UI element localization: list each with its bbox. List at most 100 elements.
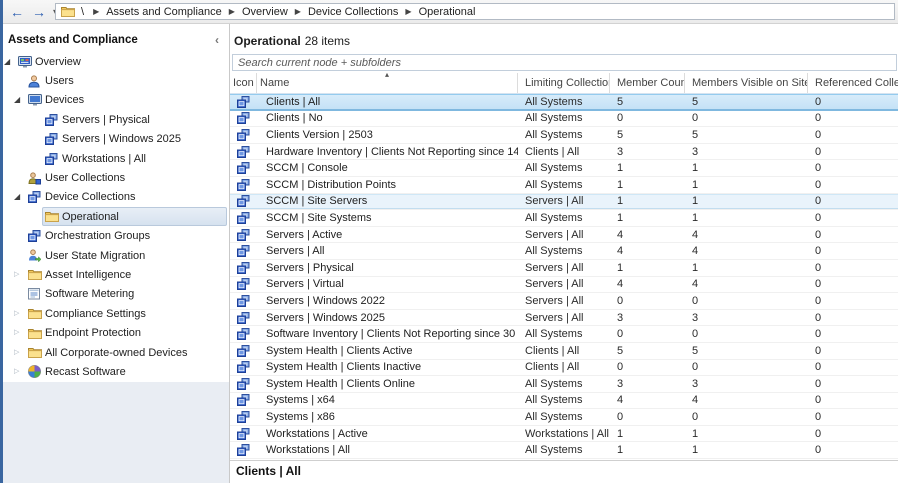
table-row[interactable]: Workstations | Active Workstations | All… xyxy=(230,426,898,443)
collapsed-arrow-icon[interactable]: ▷ xyxy=(14,367,25,377)
table-row[interactable]: Systems | x64 All Systems 4 4 0 xyxy=(230,393,898,410)
sidebar-item-workstations-all[interactable]: Workstations | All xyxy=(0,149,229,168)
column-header-name[interactable]: Name ▴ xyxy=(257,73,518,93)
back-button[interactable]: ← xyxy=(7,2,27,22)
table-row[interactable]: System Health | Clients Active Clients |… xyxy=(230,343,898,360)
table-row[interactable]: Clients Version | 2503 All Systems 5 5 0 xyxy=(230,127,898,144)
sidebar-item-user-state-migration[interactable]: User State Migration xyxy=(0,246,229,265)
cell-member-count: 4 xyxy=(610,245,685,257)
table-row[interactable]: Servers | All All Systems 4 4 0 xyxy=(230,243,898,260)
table-row[interactable]: SCCM | Console All Systems 1 1 0 xyxy=(230,160,898,177)
search-input[interactable] xyxy=(232,54,897,71)
sidebar-item-all-corporate-owned-devices[interactable]: ▷ All Corporate-owned Devices xyxy=(0,343,229,362)
sidebar-item-user-collections[interactable]: User Collections xyxy=(0,168,229,187)
sidebar-item-users[interactable]: Users xyxy=(0,71,229,90)
sidebar-item-devices[interactable]: ◢ Devices xyxy=(0,91,229,110)
column-header-icon[interactable]: Icon xyxy=(230,73,257,93)
table-row[interactable]: Servers | Windows 2025 Servers | All 3 3… xyxy=(230,310,898,327)
forward-button[interactable]: → xyxy=(29,2,49,22)
cell-limiting-collection: Clients | All xyxy=(518,345,610,357)
sidebar-item-asset-intelligence[interactable]: ▷ Asset Intelligence xyxy=(0,265,229,284)
collapsed-arrow-icon[interactable]: ▷ xyxy=(14,309,25,319)
sidebar-item-device-collections[interactable]: ◢ Device Collections xyxy=(0,188,229,207)
collection-icon xyxy=(230,195,257,207)
sidebar-item-orchestration-groups[interactable]: Orchestration Groups xyxy=(0,227,229,246)
collection-icon xyxy=(230,394,257,406)
sidebar-item-operational[interactable]: Operational xyxy=(0,207,229,226)
cell-member-count: 3 xyxy=(610,378,685,390)
user-collection-icon xyxy=(28,172,45,185)
cell-referenced-collections: 0 xyxy=(808,295,898,307)
table-row[interactable]: Servers | Physical Servers | All 1 1 0 xyxy=(230,260,898,277)
table-row[interactable]: Hardware Inventory | Clients Not Reporti… xyxy=(230,144,898,161)
cell-name: Servers | All xyxy=(257,245,518,257)
breadcrumb-item-device-collections[interactable]: Device Collections xyxy=(308,6,398,18)
table-row[interactable]: SCCM | Distribution Points All Systems 1… xyxy=(230,177,898,194)
collection-icon xyxy=(28,191,45,203)
metering-icon xyxy=(28,288,45,301)
breadcrumb-arrow-icon: ▶ xyxy=(295,6,301,17)
recast-icon xyxy=(28,365,45,378)
navigation-tree: ◢ Overview Users ◢ Devices Servers | Phy… xyxy=(0,52,229,382)
collapsed-arrow-icon[interactable]: ▷ xyxy=(14,328,25,338)
breadcrumb-item-overview[interactable]: Overview xyxy=(242,6,288,18)
breadcrumb-root[interactable]: \ xyxy=(81,6,84,18)
sidebar-item-software-metering[interactable]: Software Metering xyxy=(0,285,229,304)
table-row[interactable]: Clients | No All Systems 0 0 0 xyxy=(230,111,898,128)
table-row[interactable]: Servers | Windows 2022 Servers | All 0 0… xyxy=(230,293,898,310)
column-header-limiting-collection[interactable]: Limiting Collection xyxy=(518,73,610,93)
table-row[interactable]: SCCM | Site Servers Servers | All 1 1 0 xyxy=(230,194,898,211)
cell-member-count: 5 xyxy=(610,96,685,108)
expanded-arrow-icon: ◢ xyxy=(14,95,25,105)
sidebar-title-label: Assets and Compliance xyxy=(8,34,215,46)
cell-referenced-collections: 0 xyxy=(808,212,898,224)
breadcrumb-item-assets-and-compliance[interactable]: Assets and Compliance xyxy=(106,6,222,18)
column-header-members-visible[interactable]: Members Visible on Site xyxy=(685,73,808,93)
cell-limiting-collection: All Systems xyxy=(518,112,610,124)
collapse-sidebar-button[interactable]: ‹ xyxy=(215,35,223,45)
cell-member-count: 3 xyxy=(610,312,685,324)
collapsed-arrow-icon[interactable]: ▷ xyxy=(14,348,25,358)
page-title: Operational28 items xyxy=(230,24,898,51)
sidebar-item-servers-physical[interactable]: Servers | Physical xyxy=(0,110,229,129)
cell-referenced-collections: 0 xyxy=(808,328,898,340)
sidebar-item-servers-windows-2025[interactable]: Servers | Windows 2025 xyxy=(0,130,229,149)
sidebar-item-compliance-settings[interactable]: ▷ Compliance Settings xyxy=(0,304,229,323)
collection-icon xyxy=(230,179,257,191)
cell-limiting-collection: All Systems xyxy=(518,162,610,174)
cell-referenced-collections: 0 xyxy=(808,262,898,274)
cell-member-count: 0 xyxy=(610,295,685,307)
sidebar-item-overview[interactable]: ◢ Overview xyxy=(0,52,229,71)
table-row[interactable]: System Health | Clients Inactive Clients… xyxy=(230,360,898,377)
cell-limiting-collection: All Systems xyxy=(518,378,610,390)
cell-referenced-collections: 0 xyxy=(808,278,898,290)
expanded-arrow-icon: ◢ xyxy=(14,192,25,202)
collection-icon xyxy=(28,230,45,242)
breadcrumb-item-operational[interactable]: Operational xyxy=(419,6,476,18)
table-row[interactable]: System Health | Clients Online All Syste… xyxy=(230,376,898,393)
cell-limiting-collection: Servers | All xyxy=(518,262,610,274)
table-row[interactable]: SCCM | Site Systems All Systems 1 1 0 xyxy=(230,210,898,227)
cell-members-visible-on-site: 4 xyxy=(685,278,808,290)
cell-members-visible-on-site: 3 xyxy=(685,312,808,324)
column-header-member-count[interactable]: Member Count xyxy=(610,73,685,93)
sidebar-item-endpoint-protection[interactable]: ▷ Endpoint Protection xyxy=(0,323,229,342)
cell-member-count: 3 xyxy=(610,146,685,158)
cell-limiting-collection: Servers | All xyxy=(518,312,610,324)
table-row[interactable]: Workstations | All All Systems 1 1 0 xyxy=(230,442,898,459)
cell-member-count: 4 xyxy=(610,278,685,290)
cell-name: Workstations | All xyxy=(257,444,518,456)
cell-member-count: 1 xyxy=(610,162,685,174)
column-header-referenced-collections[interactable]: Referenced Collections xyxy=(808,73,898,93)
table-row[interactable]: Servers | Active Servers | All 4 4 0 xyxy=(230,227,898,244)
table-row[interactable]: Systems | x86 All Systems 0 0 0 xyxy=(230,409,898,426)
table-row[interactable]: Clients | All All Systems 5 5 0 xyxy=(230,94,898,111)
collapsed-arrow-icon[interactable]: ▷ xyxy=(14,270,25,280)
table-row[interactable]: Software Inventory | Clients Not Reporti… xyxy=(230,326,898,343)
collection-icon xyxy=(45,133,62,145)
sidebar-item-recast-software[interactable]: ▷ Recast Software xyxy=(0,362,229,381)
table-row[interactable]: Servers | Virtual Servers | All 4 4 0 xyxy=(230,277,898,294)
cell-name: Servers | Active xyxy=(257,229,518,241)
cell-limiting-collection: Servers | All xyxy=(518,229,610,241)
cell-referenced-collections: 0 xyxy=(808,179,898,191)
